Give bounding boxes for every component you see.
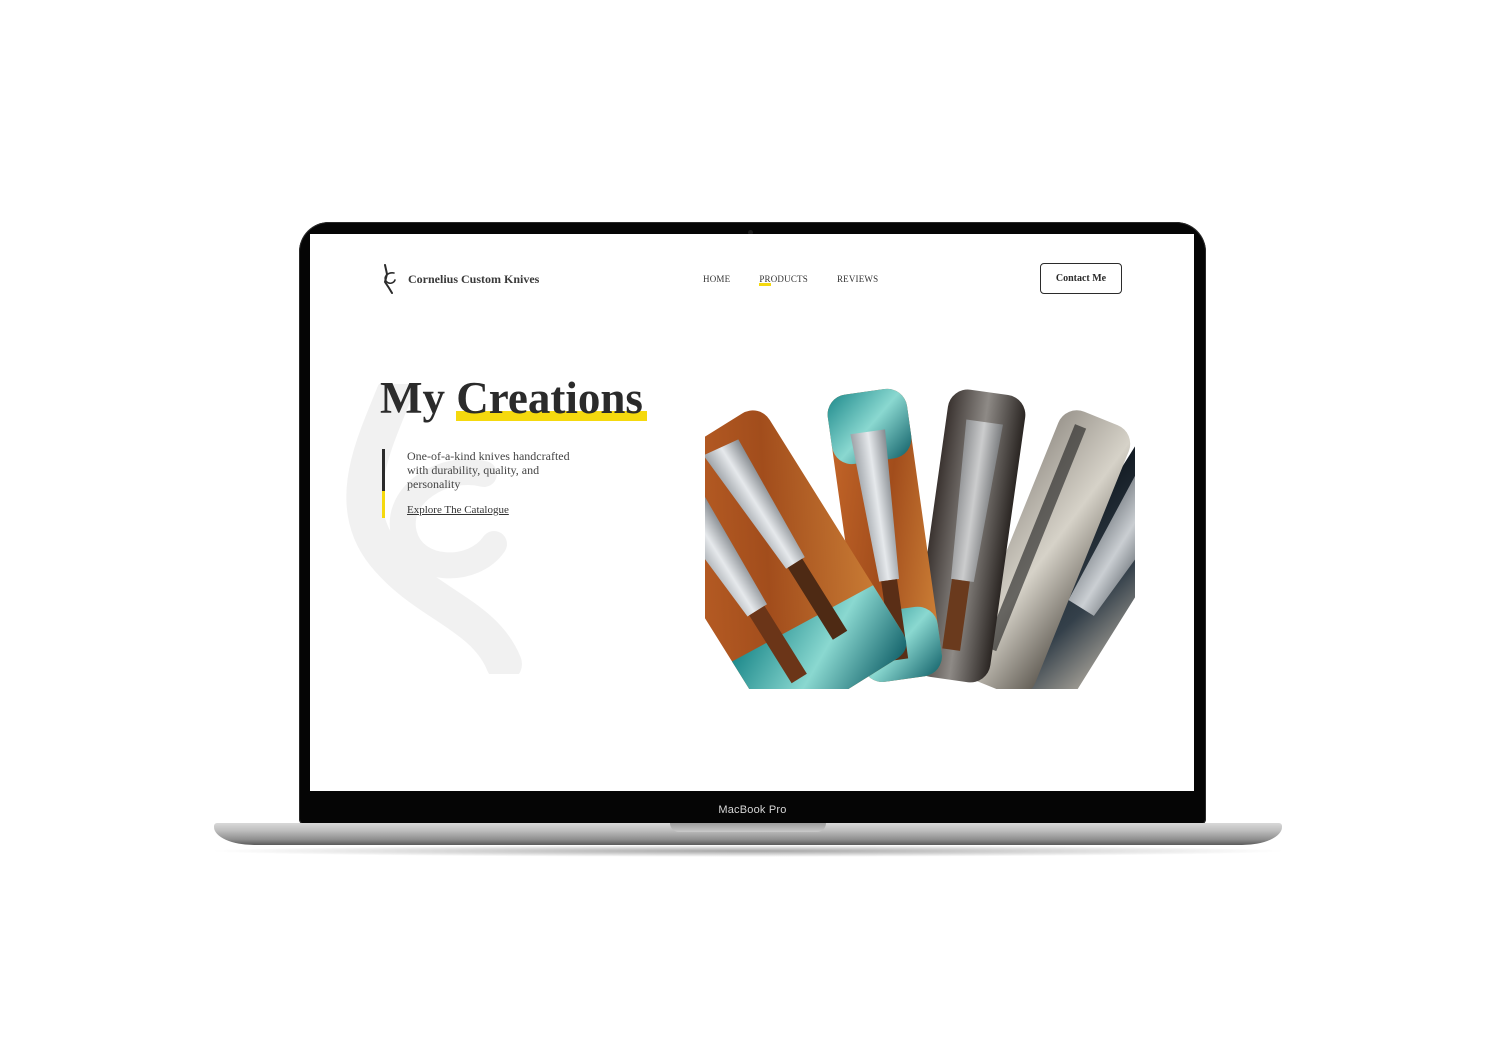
explore-catalogue-link[interactable]: Explore The Catalogue	[407, 504, 509, 516]
main-nav: HOME PRODUCTS REVIEWS	[703, 274, 878, 286]
base-shadow	[205, 845, 1291, 857]
base-notch	[670, 823, 826, 832]
hero-description: One-of-a-kind knives handcrafted with du…	[407, 449, 570, 491]
laptop-lid: Cornelius Custom Knives HOME PRODUCTS RE…	[299, 222, 1206, 825]
brand-name[interactable]: Cornelius Custom Knives	[408, 272, 539, 287]
nav-home-link[interactable]: HOME	[703, 274, 730, 284]
accent-bar-yellow	[382, 491, 385, 518]
page-title-plain: My	[380, 373, 457, 423]
page-title-highlight: Creations	[456, 373, 643, 423]
nav-reviews-link[interactable]: REVIEWS	[837, 274, 878, 284]
nav-products-link[interactable]: PRODUCTS	[759, 274, 808, 286]
knife-photo-fan[interactable]	[705, 379, 1135, 689]
page-title: My Creations	[380, 376, 643, 421]
background-logo-watermark	[346, 384, 522, 674]
device-label: MacBook Pro	[718, 804, 787, 816]
laptop-screen: Cornelius Custom Knives HOME PRODUCTS RE…	[310, 234, 1194, 791]
laptop-base	[214, 823, 1282, 845]
contact-me-button[interactable]: Contact Me	[1040, 263, 1122, 294]
knife-monogram-icon[interactable]	[380, 264, 398, 294]
accent-bar-dark	[382, 449, 385, 491]
